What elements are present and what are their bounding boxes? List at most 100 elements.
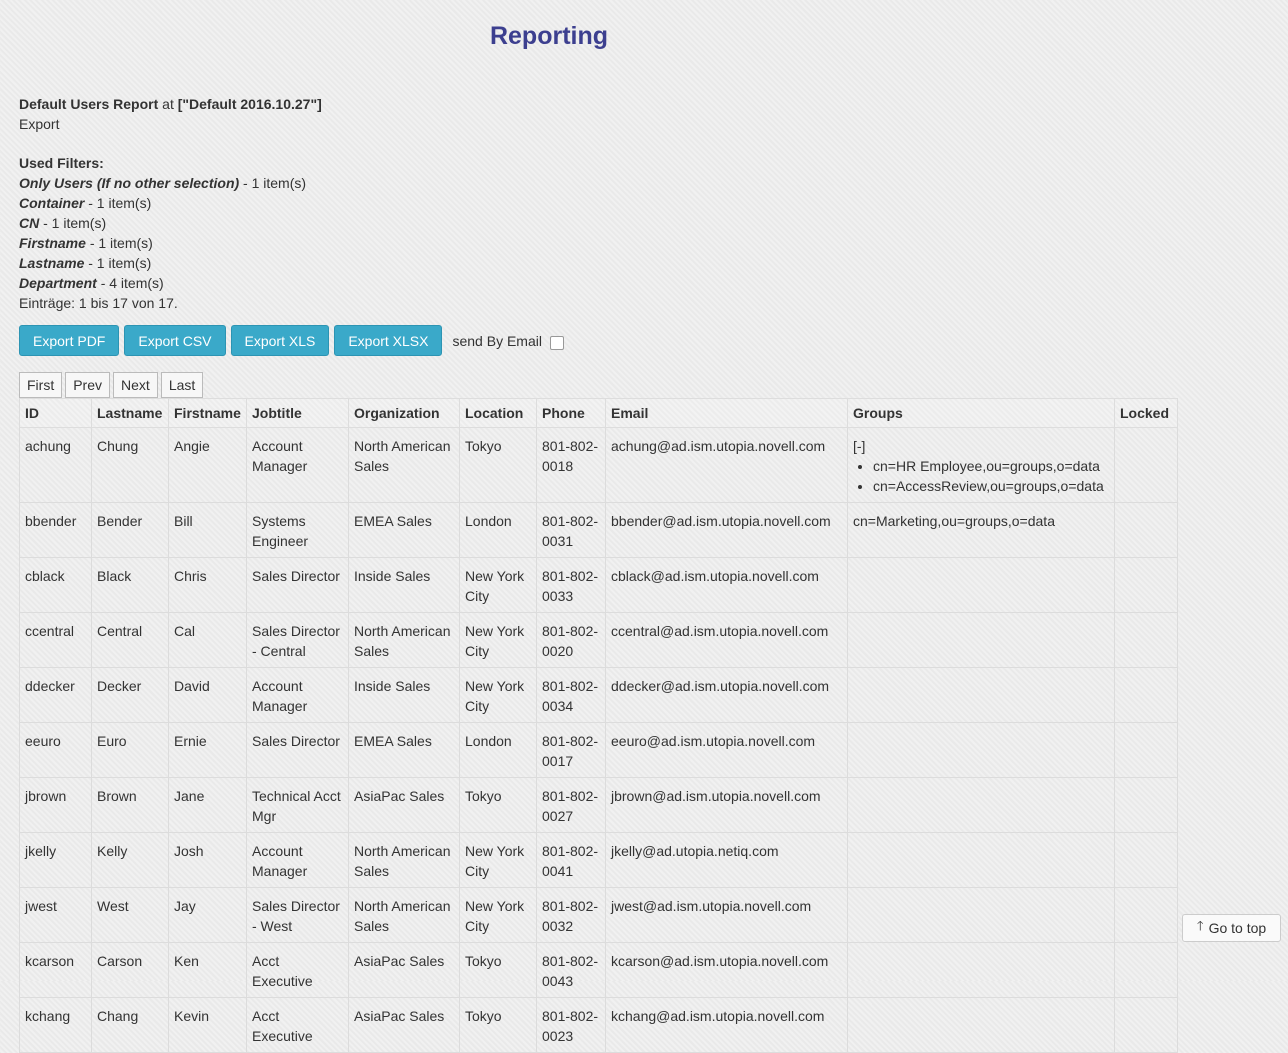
cell-firstname: Chris: [168, 557, 247, 613]
cell-organization: Inside Sales: [348, 557, 460, 613]
cell-jobtitle: Acct Executive: [246, 942, 349, 998]
column-header-groups[interactable]: Groups: [847, 398, 1115, 428]
cell-organization: EMEA Sales: [348, 722, 460, 778]
cell-groups: [847, 722, 1115, 778]
cell-phone: 801-802-0041: [536, 832, 606, 888]
cell-id: kchang: [19, 997, 92, 1053]
cell-firstname: Jane: [168, 777, 247, 833]
cell-id: jkelly: [19, 832, 92, 888]
table-row: jbrown Brown Jane Technical Acct Mgr Asi…: [19, 777, 1178, 833]
cell-jobtitle: Account Manager: [246, 832, 349, 888]
cell-phone: 801-802-0027: [536, 777, 606, 833]
cell-lastname: Central: [91, 612, 169, 668]
cell-lastname: Kelly: [91, 832, 169, 888]
cell-phone: 801-802-0032: [536, 887, 606, 943]
page-title: Reporting: [489, 22, 609, 50]
cell-jobtitle: Acct Executive: [246, 997, 349, 1053]
cell-jobtitle: Sales Director: [246, 557, 349, 613]
cell-email: bbender@ad.ism.utopia.novell.com: [605, 502, 848, 558]
cell-phone: 801-802-0018: [536, 427, 606, 503]
export-pdf-button[interactable]: Export PDF: [19, 325, 120, 356]
table-row: cblack Black Chris Sales Director Inside…: [19, 557, 1178, 613]
filter-item: CN - 1 item(s): [19, 215, 107, 231]
prev-page-button[interactable]: Prev: [65, 372, 111, 398]
cell-groups: [847, 997, 1115, 1053]
filter-item: Container - 1 item(s): [19, 195, 152, 211]
column-header-firstname[interactable]: Firstname: [168, 398, 247, 428]
cell-locked: [1114, 667, 1178, 723]
cell-id: kcarson: [19, 942, 92, 998]
cell-location: Tokyo: [459, 777, 537, 833]
cell-email: ccentral@ad.ism.utopia.novell.com: [605, 612, 848, 668]
report-name-line: Default Users Report at ["Default 2016.1…: [19, 94, 322, 114]
table-row: bbender Bender Bill Systems Engineer EME…: [19, 502, 1178, 558]
cell-organization: EMEA Sales: [348, 502, 460, 558]
cell-locked: [1114, 997, 1178, 1053]
column-header-organization[interactable]: Organization: [348, 398, 460, 428]
first-page-button[interactable]: First: [19, 372, 63, 398]
cell-firstname: Angie: [168, 427, 247, 503]
last-page-button[interactable]: Last: [160, 372, 204, 398]
cell-groups: [847, 557, 1115, 613]
export-csv-button[interactable]: Export CSV: [124, 325, 226, 356]
column-header-location[interactable]: Location: [459, 398, 537, 428]
cell-id: eeuro: [19, 722, 92, 778]
cell-groups: [847, 667, 1115, 723]
column-header-email[interactable]: Email: [605, 398, 848, 428]
arrow-up-icon: 🡑: [1196, 918, 1204, 933]
cell-location: London: [459, 502, 537, 558]
export-toolbar: Export PDF Export CSV Export XLS Export …: [19, 325, 564, 356]
cell-lastname: Euro: [91, 722, 169, 778]
cell-email: jbrown@ad.ism.utopia.novell.com: [605, 777, 848, 833]
filter-item: Department - 4 item(s): [19, 275, 164, 291]
column-header-locked[interactable]: Locked: [1114, 398, 1178, 428]
cell-firstname: Ken: [168, 942, 247, 998]
cell-firstname: Cal: [168, 612, 247, 668]
filter-item: Firstname - 1 item(s): [19, 235, 153, 251]
column-header-phone[interactable]: Phone: [536, 398, 606, 428]
cell-groups: [847, 777, 1115, 833]
cell-id: jwest: [19, 887, 92, 943]
cell-firstname: Bill: [168, 502, 247, 558]
cell-firstname: Ernie: [168, 722, 247, 778]
cell-phone: 801-802-0031: [536, 502, 606, 558]
go-to-top-button[interactable]: 🡑 Go to top: [1182, 914, 1281, 942]
cell-locked: [1114, 557, 1178, 613]
cell-email: jkelly@ad.utopia.netiq.com: [605, 832, 848, 888]
send-by-email-checkbox[interactable]: [549, 335, 564, 350]
table-row: kcarson Carson Ken Acct Executive AsiaPa…: [19, 942, 1178, 998]
column-header-jobtitle[interactable]: Jobtitle: [246, 398, 349, 428]
cell-locked: [1114, 612, 1178, 668]
cell-groups: [847, 612, 1115, 668]
cell-phone: 801-802-0043: [536, 942, 606, 998]
cell-locked: [1114, 942, 1178, 998]
cell-location: New York City: [459, 887, 537, 943]
cell-groups: [847, 942, 1115, 998]
next-page-button[interactable]: Next: [113, 372, 158, 398]
column-header-id[interactable]: ID: [19, 398, 92, 428]
cell-groups: [847, 887, 1115, 943]
groups-collapse-toggle[interactable]: [-]: [853, 438, 865, 454]
cell-organization: North American Sales: [348, 427, 460, 503]
cell-location: New York City: [459, 832, 537, 888]
cell-organization: North American Sales: [348, 832, 460, 888]
cell-lastname: Chung: [91, 427, 169, 503]
cell-organization: AsiaPac Sales: [348, 997, 460, 1053]
cell-email: jwest@ad.ism.utopia.novell.com: [605, 887, 848, 943]
cell-location: New York City: [459, 667, 537, 723]
cell-lastname: Decker: [91, 667, 169, 723]
cell-location: Tokyo: [459, 997, 537, 1053]
column-header-lastname[interactable]: Lastname: [91, 398, 169, 428]
cell-phone: 801-802-0017: [536, 722, 606, 778]
entries-count: Einträge: 1 bis 17 von 17.: [19, 295, 178, 311]
cell-lastname: West: [91, 887, 169, 943]
export-xls-button[interactable]: Export XLS: [230, 325, 330, 356]
cell-jobtitle: Sales Director - Central: [246, 612, 349, 668]
table-row: eeuro Euro Ernie Sales Director EMEA Sal…: [19, 722, 1178, 778]
report-info: Default Users Report at ["Default 2016.1…: [19, 94, 322, 313]
cell-location: Tokyo: [459, 427, 537, 503]
export-xlsx-button[interactable]: Export XLSX: [334, 325, 443, 356]
cell-id: ddecker: [19, 667, 92, 723]
cell-location: New York City: [459, 612, 537, 668]
report-name: Default Users Report: [19, 96, 159, 112]
